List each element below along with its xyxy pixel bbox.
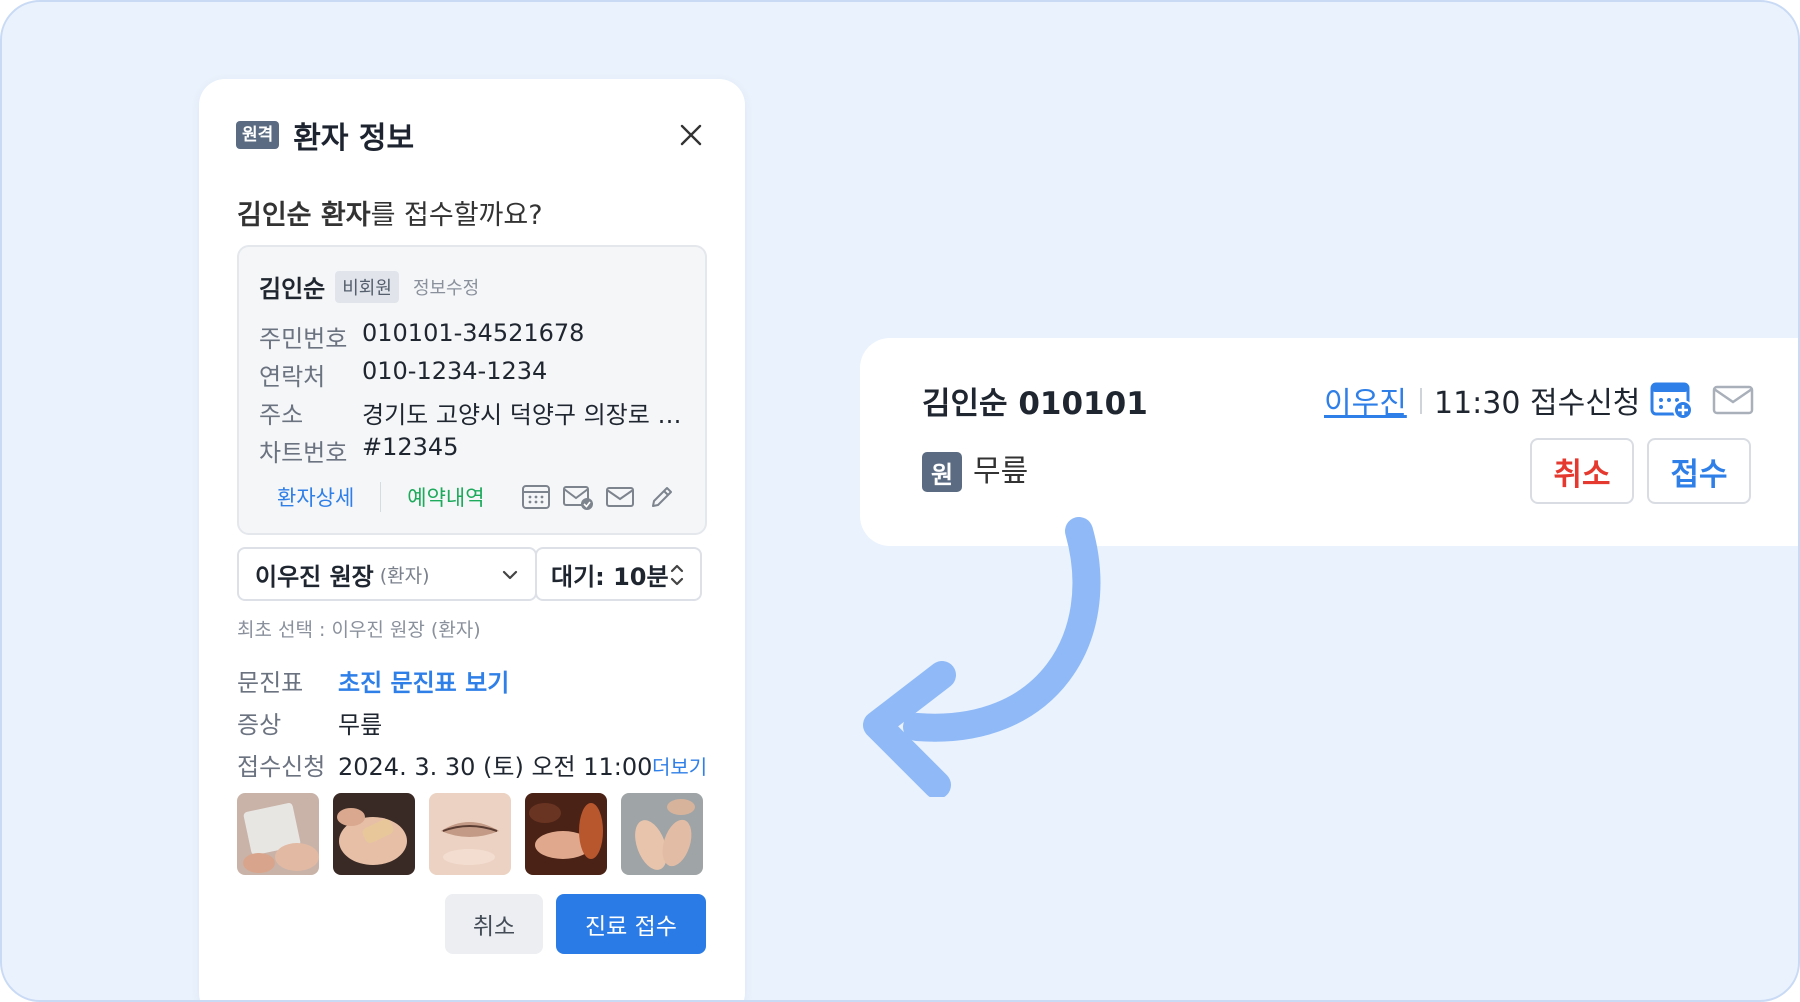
question-patient: 김인순 환자	[237, 200, 371, 231]
feet-image	[621, 793, 703, 875]
photo-thumbnail[interactable]	[621, 793, 703, 875]
cancel-button[interactable]: 취소	[445, 894, 543, 954]
modal-title: 환자 정보	[293, 121, 415, 156]
eye-closeup-image	[429, 793, 511, 875]
info-value: 경기도 고양시 덕양구 의장로 1…	[362, 401, 692, 429]
photo-thumbnail[interactable]	[237, 793, 319, 875]
patient-card: 김인순 비회원 정보수정 주민번호 010101-34521678 연락처 01…	[237, 245, 707, 535]
edit-info-link[interactable]: 정보수정	[413, 274, 479, 300]
add-schedule-button[interactable]	[1650, 380, 1694, 424]
divider	[1420, 388, 1422, 414]
request-label: 접수신청	[237, 753, 326, 781]
more-link[interactable]: 더보기	[652, 751, 707, 780]
hand-bandage-image	[333, 793, 415, 875]
questionnaire-label: 문진표	[237, 669, 304, 697]
questionnaire-row: 문진표 초진 문진표 보기	[237, 663, 509, 698]
wait-time-select[interactable]: 대기: 10분	[535, 547, 702, 601]
first-choice-note: 최초 선택 : 이우진 원장 (환자)	[237, 619, 481, 641]
canvas: 원격 환자 정보 김인순 환자를 접수할까요? 김인순 비회원 정보수정 주민번…	[0, 0, 1800, 1002]
edit-button[interactable]	[645, 480, 679, 514]
chevron-down-icon	[502, 570, 518, 580]
mail-icon	[605, 487, 634, 507]
doctor-select[interactable]: 이우진 원장 (환자)	[237, 547, 537, 601]
patient-name-row: 김인순 비회원 정보수정	[259, 269, 479, 304]
symptom-value: 무릎	[338, 711, 383, 739]
info-row-chart: 차트번호 #12345	[259, 433, 458, 468]
calendar-icon	[521, 485, 550, 509]
divider	[380, 482, 382, 512]
calendar-add-icon	[1650, 382, 1693, 420]
request-row: 접수신청 2024. 3. 30 (토) 오전 11:00	[237, 747, 652, 782]
info-label: 주소	[259, 401, 304, 429]
symptom-label: 증상	[237, 711, 282, 739]
info-label: 주민번호	[259, 325, 348, 353]
remote-tag: 원격	[236, 121, 280, 149]
info-row-address: 주소 경기도 고양시 덕양구 의장로 1…	[259, 395, 692, 430]
reception-list-card[interactable]: 김인순 010101 이우진 11:30 접수신청 원 무릎 취소 접수	[860, 338, 1798, 546]
curved-arrow-icon	[863, 517, 1101, 797]
card-actions: 환자상세 예약내역	[259, 479, 689, 515]
patient-name-id: 김인순 010101	[922, 386, 1148, 422]
patient-name: 김인순	[259, 275, 326, 303]
card-icon-group	[519, 480, 679, 514]
info-row-phone: 연락처 010-1234-1234	[259, 357, 547, 392]
close-icon	[680, 124, 702, 146]
question-text: 를 접수할까요?	[370, 200, 543, 231]
info-value: 010-1234-1234	[362, 357, 548, 385]
message-button[interactable]	[1712, 384, 1754, 420]
symptom-text: 무릎	[973, 454, 1029, 489]
modal-header: 원격 환자 정보	[236, 113, 414, 157]
confirm-reception-button[interactable]: 진료 접수	[556, 894, 706, 954]
info-label: 연락처	[259, 363, 326, 391]
doctor-link[interactable]: 이우진	[1324, 378, 1407, 422]
mail-icon	[1712, 385, 1754, 415]
close-button[interactable]	[675, 119, 707, 151]
info-value: 010101-34521678	[362, 319, 585, 347]
doctor-select-sub: (환자)	[379, 564, 430, 587]
questionnaire-link[interactable]: 초진 문진표 보기	[338, 663, 509, 698]
photo-thumbnail[interactable]	[333, 793, 415, 875]
reservation-history-link[interactable]: 예약내역	[407, 482, 484, 512]
info-value: #12345	[362, 433, 459, 461]
foot-massage-image	[525, 793, 607, 875]
up-down-icon	[670, 564, 684, 586]
accept-reception-button[interactable]: 접수	[1647, 438, 1751, 504]
doctor-select-value: 이우진 원장	[255, 562, 374, 591]
calendar-button[interactable]	[519, 480, 553, 514]
remote-badge: 원	[922, 452, 962, 492]
request-value: 2024. 3. 30 (토) 오전 11:00	[338, 753, 653, 781]
cancel-reception-button[interactable]: 취소	[1530, 438, 1634, 504]
patient-detail-link[interactable]: 환자상세	[277, 482, 354, 512]
photo-thumbnails	[237, 793, 703, 875]
mail-check-icon	[562, 486, 593, 510]
patient-info-modal: 원격 환자 정보 김인순 환자를 접수할까요? 김인순 비회원 정보수정 주민번…	[199, 79, 745, 1000]
skin-photo-image	[237, 793, 319, 875]
confirm-question: 김인순 환자를 접수할까요?	[237, 193, 543, 232]
mail-button[interactable]	[603, 480, 637, 514]
info-row-rrn: 주민번호 010101-34521678	[259, 319, 584, 354]
photo-thumbnail[interactable]	[429, 793, 511, 875]
time-status: 11:30 접수신청	[1434, 386, 1641, 421]
wait-time-value: 대기: 10분	[551, 562, 669, 591]
pencil-icon	[651, 487, 672, 507]
mail-check-button[interactable]	[561, 480, 595, 514]
info-label: 차트번호	[259, 439, 348, 467]
photo-thumbnail[interactable]	[525, 793, 607, 875]
member-badge: 비회원	[335, 270, 399, 303]
symptom-row: 증상 무릎	[237, 705, 382, 740]
